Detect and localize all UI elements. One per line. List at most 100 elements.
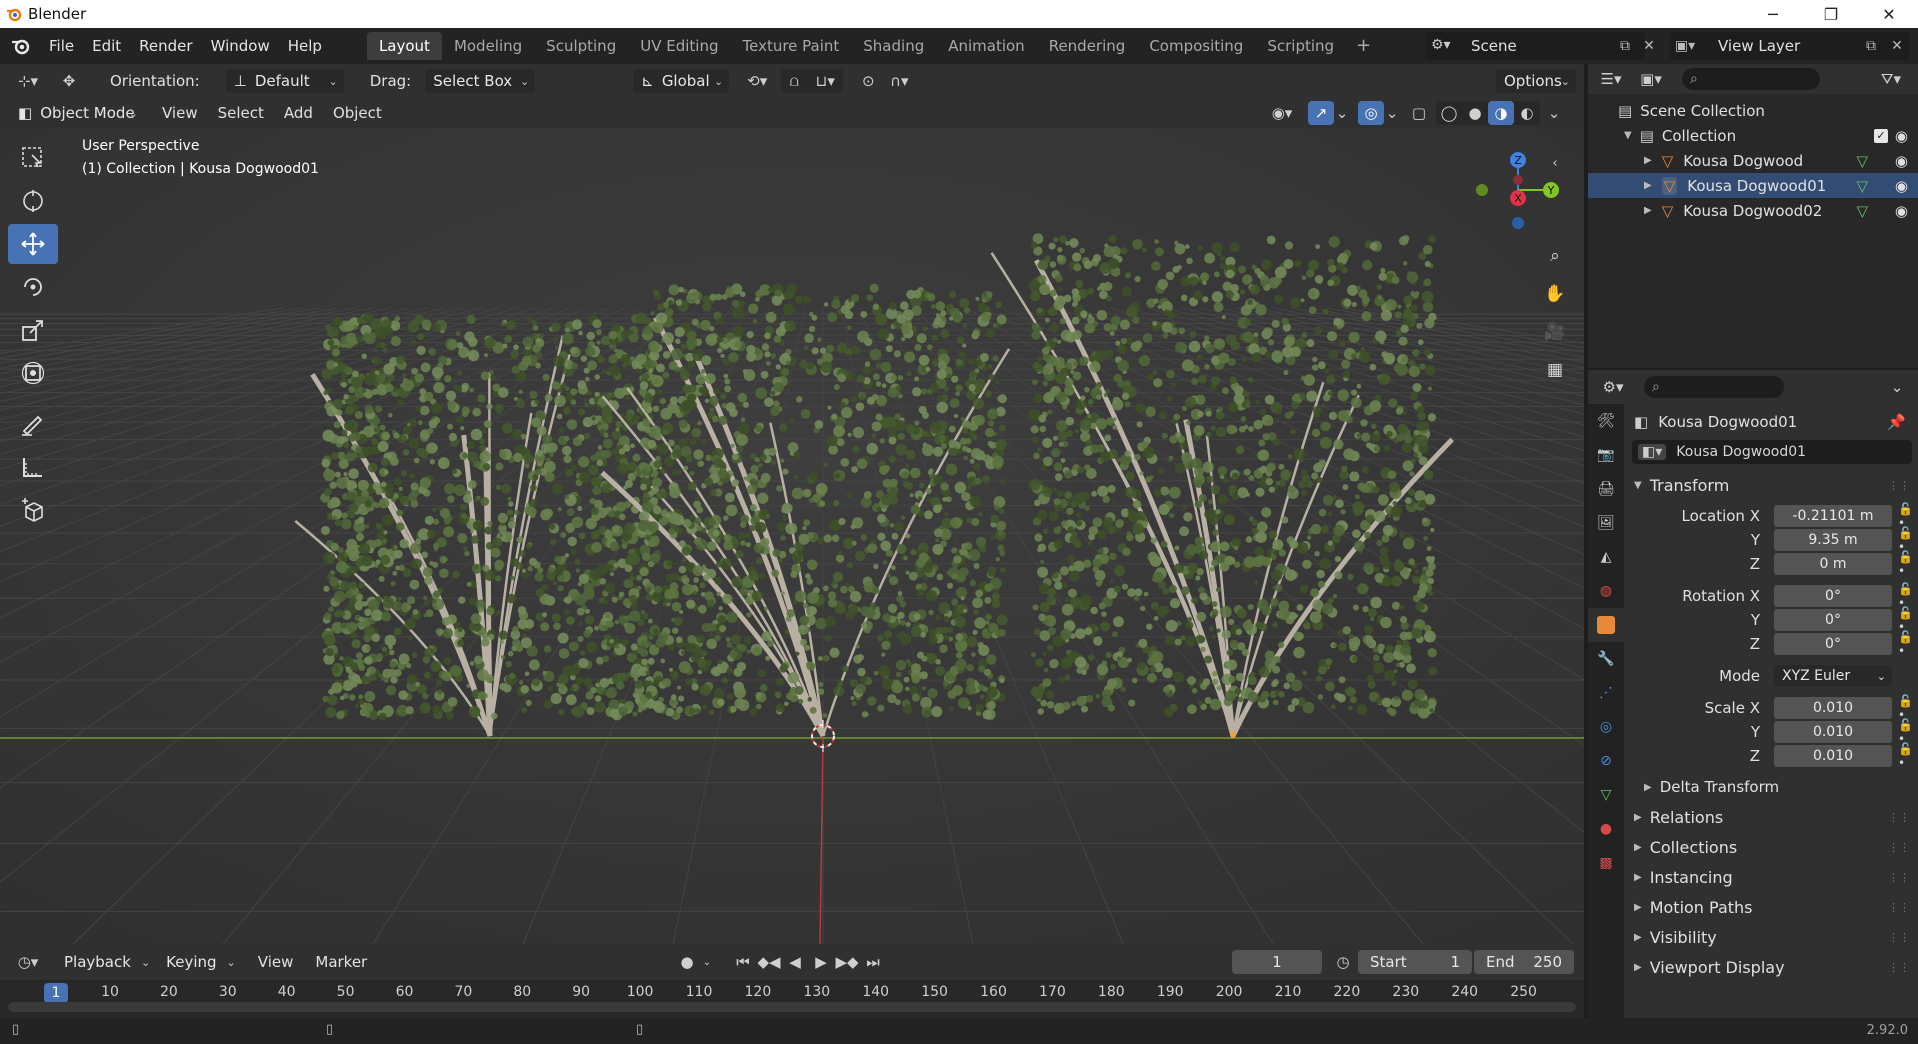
prev-keyframe-icon[interactable]: ◆◀ xyxy=(756,950,782,974)
outliner-object-row-selected[interactable]: ▶ ▽ Kousa Dogwood01 ▽ ◉ xyxy=(1588,173,1918,198)
new-scene-icon[interactable]: ⧉ xyxy=(1614,35,1636,57)
add-workspace-button[interactable]: + xyxy=(1346,32,1381,60)
outliner-object-row[interactable]: ▶ ▽ Kousa Dogwood ▽ ◉ xyxy=(1588,148,1918,173)
pivot-point-icon[interactable]: ⟲▾ xyxy=(739,69,775,93)
overlay-dropdown-icon[interactable]: ⌄ xyxy=(1384,101,1400,125)
rotation-x-field[interactable]: 0° xyxy=(1774,585,1892,607)
jump-to-end-icon[interactable]: ⏭ xyxy=(860,950,886,974)
pan-hand-icon[interactable]: ✋ xyxy=(1540,279,1570,309)
menu-view[interactable]: View xyxy=(154,104,206,122)
gizmo-dropdown-icon[interactable]: ⌄ xyxy=(1334,101,1350,125)
menu-window[interactable]: Window xyxy=(202,32,279,60)
timeline-editor-type-icon[interactable]: ◷▾ xyxy=(10,950,46,974)
measure-tool[interactable] xyxy=(8,447,58,487)
location-x-field[interactable]: -0.21101 m xyxy=(1774,505,1892,527)
orientation-dropdown[interactable]: ⊥ Default ⌄ xyxy=(225,69,344,93)
proportional-edit-icon[interactable]: ⊙ xyxy=(855,69,881,93)
outliner-search-input[interactable]: ⌕ xyxy=(1682,68,1820,90)
tab-view-layer[interactable]: 🖼 xyxy=(1588,506,1624,540)
transform-orientation-dropdown[interactable]: ⊾ Global ⌄ xyxy=(633,69,730,93)
cursor-tool[interactable] xyxy=(8,181,58,221)
minimize-button[interactable]: ─ xyxy=(1744,0,1802,28)
tab-world[interactable]: ◍ xyxy=(1588,574,1624,608)
location-z-field[interactable]: 0 m xyxy=(1774,553,1892,575)
drag-handle-icon[interactable]: ⋮⋮ xyxy=(1888,901,1910,914)
scale-tool[interactable] xyxy=(8,310,58,350)
restore-button[interactable]: ❐ xyxy=(1802,0,1860,28)
timeline-scrollbar[interactable] xyxy=(8,1002,1576,1012)
tab-sculpting[interactable]: Sculpting xyxy=(534,32,628,60)
transform-tool[interactable] xyxy=(8,353,58,393)
add-cube-tool[interactable] xyxy=(8,490,58,530)
mode-dropdown[interactable]: ◧ Object Mode ⌄ xyxy=(10,101,144,125)
tab-physics[interactable]: ◎ xyxy=(1588,710,1624,744)
gizmo-neg-x[interactable] xyxy=(1513,175,1523,185)
next-keyframe-icon[interactable]: ▶◆ xyxy=(834,950,860,974)
tab-layout[interactable]: Layout xyxy=(366,32,442,60)
relations-panel[interactable]: ▶ Relations ⋮⋮ xyxy=(1624,802,1918,832)
select-box-tool[interactable] xyxy=(8,138,58,178)
menu-file[interactable]: File xyxy=(40,32,83,60)
perspective-grid-icon[interactable]: ▦ xyxy=(1540,355,1570,385)
collapse-sidebar-icon[interactable]: ‹ xyxy=(1540,148,1570,178)
camera-view-icon[interactable]: 🎥 xyxy=(1540,317,1570,347)
menu-edit[interactable]: Edit xyxy=(83,32,130,60)
outliner-collection[interactable]: ▼ ▤ Collection ✓ ◉ xyxy=(1588,123,1918,148)
remove-scene-icon[interactable]: ✕ xyxy=(1638,35,1660,57)
visibility-eye-icon[interactable]: ◉▾ xyxy=(1262,101,1302,125)
menu-select[interactable]: Select xyxy=(210,104,272,122)
menu-object[interactable]: Object xyxy=(325,104,390,122)
drag-handle-icon[interactable]: ⋮⋮ xyxy=(1888,961,1910,974)
tab-shading[interactable]: Shading xyxy=(851,32,936,60)
lock-icon[interactable]: 🔓 • xyxy=(1898,550,1918,578)
object-visibility-icon[interactable]: ◉ xyxy=(1895,152,1908,170)
record-keyframe-icon[interactable]: ● xyxy=(674,950,700,974)
move-tool[interactable] xyxy=(8,224,58,264)
new-view-layer-icon[interactable]: ⧉ xyxy=(1860,35,1882,57)
wireframe-shading-icon[interactable]: ◯ xyxy=(1436,101,1462,125)
jump-to-start-icon[interactable]: ⏮ xyxy=(730,950,756,974)
auto-key-dropdown-icon[interactable]: ⌄ xyxy=(700,950,714,974)
zoom-icon[interactable]: ⌕ xyxy=(1540,241,1570,271)
expand-object-icon[interactable]: ▶ xyxy=(1644,205,1652,216)
tab-texture-paint[interactable]: Texture Paint xyxy=(730,32,851,60)
collection-visibility-icon[interactable]: ◉ xyxy=(1895,127,1908,145)
playback-menu[interactable]: Playback ⌄ xyxy=(56,950,159,974)
remove-view-layer-icon[interactable]: ✕ xyxy=(1886,35,1908,57)
rotate-tool[interactable] xyxy=(8,267,58,307)
display-mode-icon[interactable]: ▣▾ xyxy=(1634,67,1668,91)
lock-icon[interactable]: 🔓 • xyxy=(1898,742,1918,770)
xray-toggle-icon[interactable]: ▢ xyxy=(1406,101,1432,125)
tab-data[interactable]: ▽ xyxy=(1588,778,1624,812)
expand-object-icon[interactable]: ▶ xyxy=(1644,155,1652,166)
mesh-data-icon[interactable]: ▽ xyxy=(1856,152,1868,170)
solid-shading-icon[interactable]: ● xyxy=(1462,101,1488,125)
end-frame-field[interactable]: End 250 xyxy=(1474,950,1574,974)
gizmo-neg-z[interactable] xyxy=(1512,217,1524,229)
3d-viewport[interactable]: User Perspective (1) Collection | Kousa … xyxy=(0,128,1584,944)
overlay-toggle-icon[interactable]: ◎ xyxy=(1358,101,1384,125)
current-frame-field[interactable]: 1 xyxy=(1232,950,1322,974)
scale-y-field[interactable]: 0.010 xyxy=(1774,721,1892,743)
object-visibility-icon[interactable]: ◉ xyxy=(1895,202,1908,220)
rotation-y-field[interactable]: 0° xyxy=(1774,609,1892,631)
menu-help[interactable]: Help xyxy=(279,32,331,60)
close-window-button[interactable]: ✕ xyxy=(1860,0,1918,28)
material-preview-shading-icon[interactable]: ◑ xyxy=(1488,101,1514,125)
tab-rendering[interactable]: Rendering xyxy=(1037,32,1138,60)
falloff-icon[interactable]: ∩▾ xyxy=(881,69,917,93)
object-name-input[interactable]: Kousa Dogwood01 xyxy=(1676,444,1806,460)
instancing-panel[interactable]: ▶ Instancing ⋮⋮ xyxy=(1624,862,1918,892)
snap-toggle-icon[interactable]: ⩍ xyxy=(781,69,807,93)
delta-transform-subpanel[interactable]: ▶ Delta Transform xyxy=(1624,772,1918,802)
visibility-panel[interactable]: ▶ Visibility ⋮⋮ xyxy=(1624,922,1918,952)
collections-panel[interactable]: ▶ Collections ⋮⋮ xyxy=(1624,832,1918,862)
outliner-object-row[interactable]: ▶ ▽ Kousa Dogwood02 ▽ ◉ xyxy=(1588,198,1918,223)
gizmo-toggle-icon[interactable]: ↗ xyxy=(1308,101,1334,125)
shading-dropdown-icon[interactable]: ⌄ xyxy=(1546,101,1562,125)
scene-selector[interactable]: ⚙▾ Scene xyxy=(1425,32,1645,60)
transform-panel-header[interactable]: ▼ Transform ⋮⋮ xyxy=(1624,470,1918,500)
blender-menu-icon[interactable] xyxy=(10,35,32,57)
expand-collection-icon[interactable]: ▼ xyxy=(1624,130,1632,141)
keying-menu[interactable]: Keying ⌄ xyxy=(158,950,244,974)
